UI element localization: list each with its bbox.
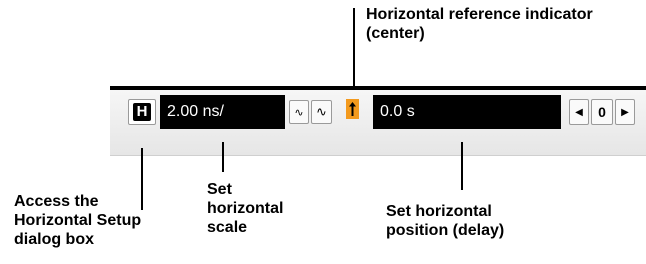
arrow-right-icon: ▶ [621, 106, 629, 118]
callout-reference-indicator-line1: Horizontal reference indicator [366, 6, 593, 23]
position-step-left-button[interactable]: ◀ [569, 99, 589, 125]
position-zero-button[interactable]: 0 [591, 99, 613, 125]
arrow-left-icon: ◀ [575, 106, 583, 118]
callout-setup-dialog: Access the Horizontal Setup dialog box [14, 192, 141, 249]
callout-position-line1: Set horizontal [386, 203, 492, 220]
callout-reference-indicator: Horizontal reference indicator (center) [366, 5, 593, 43]
callout-setup-dialog-line3: dialog box [14, 231, 94, 248]
reference-indicator[interactable] [346, 99, 359, 119]
callout-scale-line3: scale [207, 219, 248, 236]
callout-reference-indicator-line2: (center) [366, 25, 425, 42]
coarse-adjust-icon: ∿ [316, 104, 327, 120]
position-step-right-button[interactable]: ▶ [615, 99, 635, 125]
zero-label: 0 [598, 104, 606, 120]
coarse-adjust-button[interactable]: ∿ [311, 100, 332, 124]
horizontal-setup-icon: H [133, 103, 151, 121]
callout-position: Set horizontal position (delay) [386, 202, 504, 240]
leader-setup-dialog [141, 148, 143, 210]
fine-adjust-icon: ∿ [294, 105, 304, 119]
up-arrow-icon [349, 102, 356, 116]
callout-scale-line2: horizontal [207, 200, 284, 217]
callout-setup-dialog-line1: Access the [14, 193, 99, 210]
callout-position-line2: position (delay) [386, 222, 505, 239]
horizontal-setup-button[interactable]: H [128, 99, 156, 125]
leader-scale [222, 142, 224, 172]
horizontal-scale-field[interactable]: 2.00 ns/ [160, 95, 285, 129]
fine-adjust-button[interactable]: ∿ [289, 100, 309, 124]
horizontal-setup-label: H [136, 103, 148, 120]
leader-position [461, 142, 463, 190]
callout-scale: Set horizontal scale [207, 180, 283, 237]
horizontal-position-field[interactable]: 0.0 s [373, 95, 561, 129]
callout-scale-line1: Set [207, 181, 232, 198]
callout-setup-dialog-line2: Horizontal Setup [14, 212, 142, 229]
